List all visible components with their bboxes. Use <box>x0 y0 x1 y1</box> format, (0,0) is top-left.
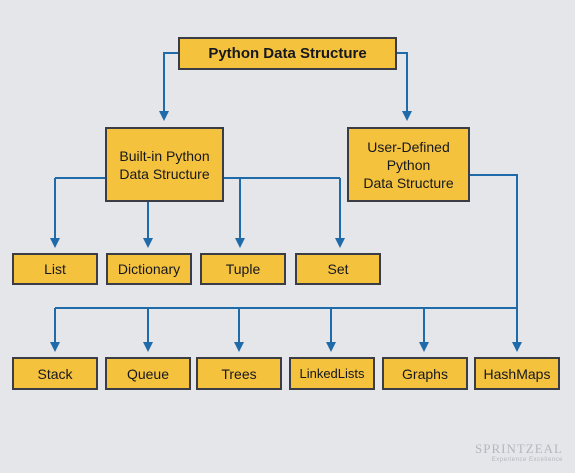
root-label: Python Data Structure <box>208 44 367 62</box>
node-linkedlists-label: LinkedLists <box>299 365 365 381</box>
node-queue-label: Queue <box>126 365 170 382</box>
userdef-label-line-2: Python <box>386 156 431 173</box>
userdef-label-line-1: User-Defined <box>367 138 450 155</box>
node-list-label: List <box>44 261 66 277</box>
node-trees: Trees <box>196 357 282 390</box>
node-linkedlists: LinkedLists <box>289 357 375 390</box>
node-graphs: Graphs <box>382 357 468 390</box>
node-hashmaps-label: HashMaps <box>483 365 551 382</box>
node-list: List <box>12 253 98 285</box>
connector-root-userdef <box>396 52 412 121</box>
watermark-logo: SPRINTZEAL Experience Excellence <box>475 441 563 463</box>
node-trees-label: Trees <box>221 365 257 382</box>
connector-root-builtin <box>159 52 178 121</box>
builtin-node: Built-in Python Data Structure <box>105 127 224 202</box>
node-stack-label: Stack <box>37 365 73 382</box>
connector-layer <box>50 52 522 352</box>
root-node: Python Data Structure <box>178 37 397 70</box>
node-set: Set <box>295 253 381 285</box>
watermark-main: SPRINTZEAL <box>475 441 563 456</box>
node-dictionary: Dictionary <box>106 253 192 285</box>
node-queue: Queue <box>105 357 191 390</box>
builtin-label-line-1: Built-in Python <box>119 147 210 164</box>
builtin-label-line-2: Data Structure <box>119 165 210 182</box>
userdef-node: User-Defined Python Data Structure <box>347 127 470 202</box>
watermark-sub: Experience Excellence <box>491 457 563 463</box>
node-set-label: Set <box>327 261 349 277</box>
node-hashmaps: HashMaps <box>474 357 560 390</box>
node-tuple-label: Tuple <box>225 261 261 277</box>
node-dictionary-label: Dictionary <box>117 261 181 277</box>
node-stack: Stack <box>12 357 98 390</box>
node-tuple: Tuple <box>200 253 286 285</box>
userdef-label-line-3: Data Structure <box>363 174 454 191</box>
node-graphs-label: Graphs <box>402 365 448 382</box>
